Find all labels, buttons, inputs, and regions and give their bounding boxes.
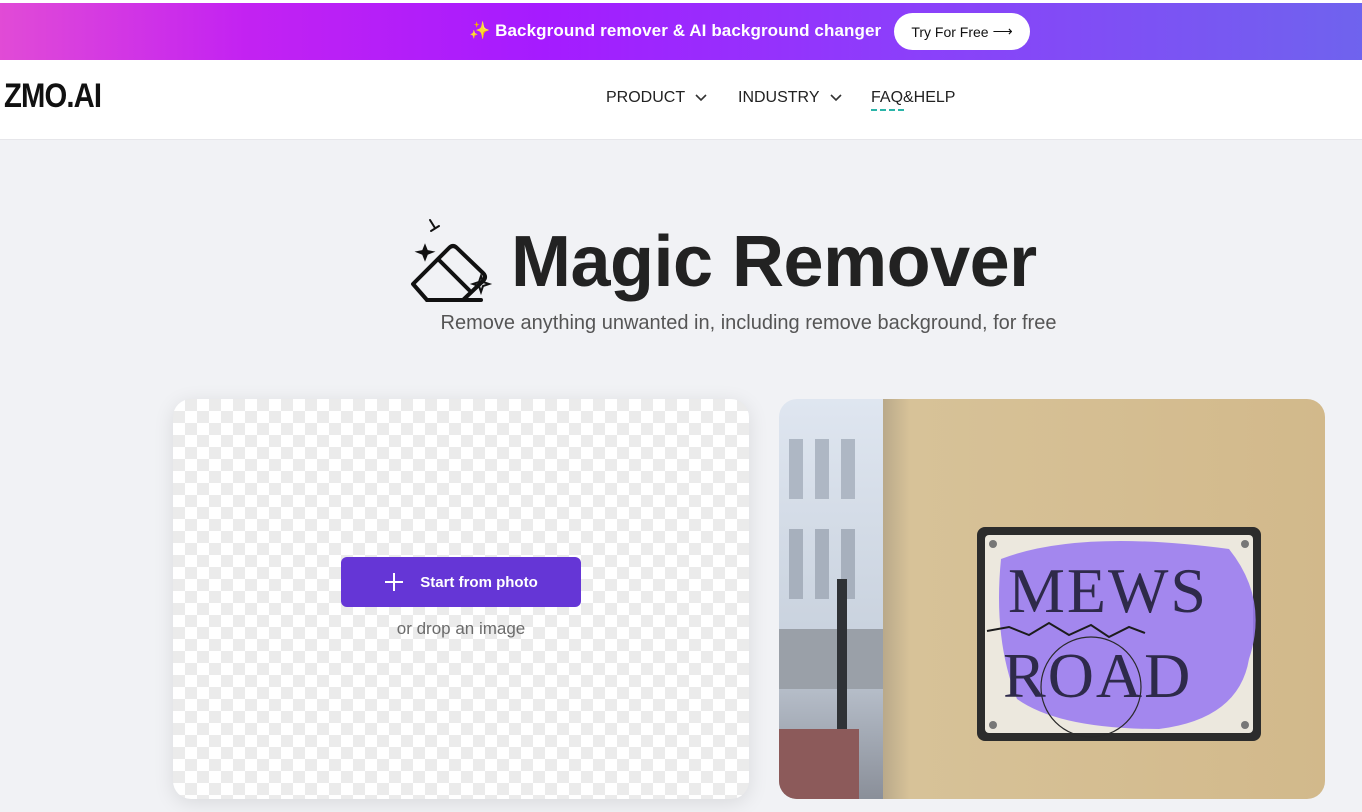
start-from-photo-label: Start from photo	[420, 573, 538, 591]
banner-text: ✨ Background remover & AI background cha…	[469, 21, 881, 41]
header-navbar: ZMO.AI PRODUCT INDUSTRY FAQ&HELP	[0, 60, 1362, 140]
nav-industry[interactable]: INDUSTRY	[738, 89, 842, 107]
drop-hint: or drop an image	[396, 619, 526, 638]
start-from-photo-button[interactable]: Start from photo	[341, 557, 581, 607]
promo-banner: ✨ Background remover & AI background cha…	[0, 3, 1362, 60]
chevron-down-icon	[829, 94, 842, 102]
page-title: Magic Remover	[511, 222, 1037, 302]
arrow-right-icon: ⟶	[992, 23, 1013, 39]
upload-dropzone[interactable]: Start from photo or drop an image	[173, 399, 749, 799]
nav-faq-label: FAQ&HELP	[871, 89, 956, 106]
sign-text-line1: MEWS	[1008, 555, 1208, 626]
try-for-free-button[interactable]: Try For Free ⟶	[894, 13, 1030, 50]
sparkle-icon: ✨	[469, 21, 491, 40]
chevron-down-icon	[695, 94, 707, 102]
sign-text-line2: ROAD	[1003, 640, 1193, 711]
nav-product[interactable]: PRODUCT	[606, 89, 707, 107]
eraser-sparkle-icon	[411, 219, 493, 302]
logo[interactable]: ZMO.AI	[4, 77, 102, 116]
banner-message: Background remover & AI background chang…	[495, 21, 882, 40]
faq-underline	[871, 109, 904, 111]
nav-product-label: PRODUCT	[606, 89, 686, 106]
plus-icon	[385, 573, 404, 591]
nav-industry-label: INDUSTRY	[738, 89, 820, 106]
nav-faq-help[interactable]: FAQ&HELP	[871, 89, 956, 111]
demo-image: MEWS ROAD	[779, 399, 1325, 799]
try-for-free-label: Try For Free	[911, 23, 989, 40]
page-subtitle: Remove anything unwanted in, including r…	[440, 312, 1057, 334]
